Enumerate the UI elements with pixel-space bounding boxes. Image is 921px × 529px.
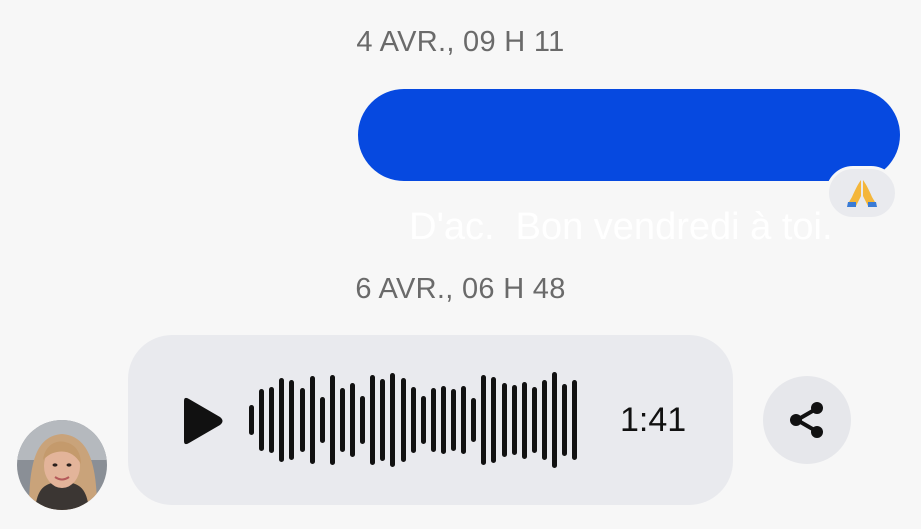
voice-message-bubble: 1:41 — [128, 335, 733, 505]
waveform-bar — [350, 382, 355, 458]
waveform-bar — [299, 388, 305, 452]
voice-message-duration: 1:41 — [620, 401, 687, 439]
waveform-bar — [410, 387, 416, 453]
sent-message-bubble[interactable]: D'ac. Bon vendredi à toi. — [358, 89, 900, 248]
waveform-bar — [501, 382, 507, 458]
waveform-bar — [289, 380, 295, 460]
waveform-bar — [481, 374, 487, 466]
waveform-bar — [339, 388, 345, 452]
waveform-bar — [309, 376, 315, 464]
waveform-bar — [541, 380, 547, 460]
share-icon — [790, 402, 823, 438]
reaction-badge[interactable] — [826, 166, 898, 220]
waveform-bar — [279, 378, 285, 462]
play-icon[interactable] — [176, 395, 226, 447]
waveform-bar — [259, 389, 265, 451]
contact-avatar-image — [17, 420, 107, 510]
waveform-bar — [562, 383, 568, 457]
praying-hands-emoji-icon — [847, 180, 877, 207]
waveform-bar — [471, 398, 477, 442]
waveform-bar — [360, 395, 366, 445]
waveform-bar — [521, 381, 527, 459]
waveform-bar — [430, 388, 436, 452]
waveform-bar — [370, 374, 376, 466]
waveform-bar — [380, 379, 386, 461]
share-button[interactable] — [763, 376, 851, 464]
waveform-bar — [572, 380, 578, 460]
waveform-bar — [531, 387, 537, 453]
waveform-bar — [552, 371, 557, 469]
audio-waveform[interactable] — [249, 335, 579, 505]
waveform-bar — [319, 396, 325, 444]
waveform-bar — [390, 372, 396, 468]
timestamp: 6 AVR., 06 H 48 — [355, 273, 566, 305]
waveform-bar — [269, 387, 275, 453]
waveform-bar — [491, 377, 497, 463]
waveform-bar — [451, 389, 456, 451]
avatar[interactable] — [17, 420, 107, 510]
waveform-bar — [249, 404, 254, 436]
waveform-bar — [420, 395, 426, 445]
waveform-bar — [440, 385, 446, 455]
waveform-bar — [511, 384, 517, 456]
waveform-bar — [329, 374, 335, 466]
waveform-bar — [400, 378, 406, 462]
waveform-bar — [461, 385, 467, 455]
sent-message-text: D'ac. Bon vendredi à toi. — [409, 206, 833, 248]
timestamp: 4 AVR., 09 H 11 — [356, 26, 565, 58]
